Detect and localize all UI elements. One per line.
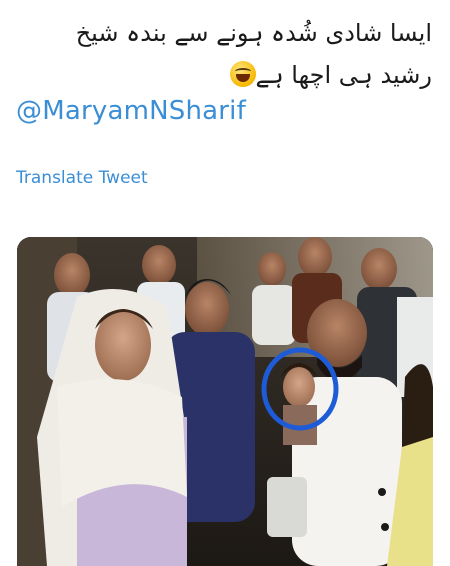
group-photo-image [17, 237, 433, 566]
tweet-photo[interactable] [17, 237, 433, 566]
translate-tweet-link[interactable]: Translate Tweet [16, 168, 148, 188]
mention-link[interactable]: @MaryamNSharif [16, 96, 246, 126]
tweet-card: ایسا شادی شُدہ ہونے سے بندہ شیخ رشید ہی … [0, 0, 450, 566]
grinning-sweat-emoji-icon [229, 61, 256, 87]
tweet-text-line-1: ایسا شادی شُدہ ہونے سے بندہ شیخ [75, 19, 432, 47]
tweet-body: ایسا شادی شُدہ ہونے سے بندہ شیخ رشید ہی … [12, 12, 432, 96]
tweet-text-line-2: رشید ہی اچھا ہے [255, 61, 433, 89]
tweet-text-line-2-wrapper: رشید ہی اچھا ہے [12, 54, 432, 96]
